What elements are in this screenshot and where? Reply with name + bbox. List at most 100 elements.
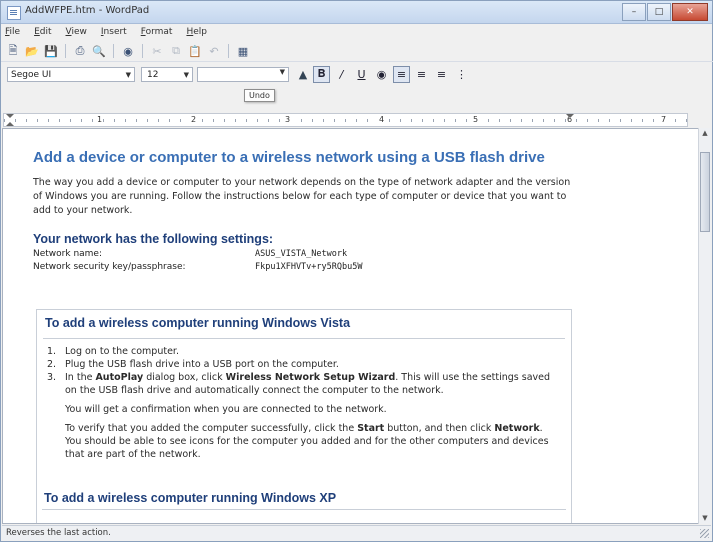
caption-buttons: – □ ✕ (621, 3, 708, 21)
italic-button[interactable]: / (333, 66, 350, 83)
ruler-number: 4 (378, 115, 386, 124)
menu-bar: File Edit View Insert Format Help (1, 24, 713, 40)
vista-heading: To add a wireless computer running Windo… (45, 316, 351, 330)
step-text-part: In the (65, 372, 96, 383)
step-number: 2. (47, 359, 57, 370)
section-divider (42, 509, 566, 510)
setting-row: Network security key/passphrase: Fkpu1XF… (33, 261, 573, 274)
section-divider (43, 338, 565, 339)
standard-toolbar: 🗎 📂 💾 ⎙ 🔍 ◉ ✂ ⧉ 📋 ↶ ▦ (1, 41, 713, 62)
ruler-ticks (4, 119, 687, 122)
window-title: AddWFPE.htm - WordPad (25, 5, 150, 16)
resize-grip[interactable] (700, 529, 709, 538)
verify-note: To verify that you added the computer su… (65, 422, 561, 461)
bullets-button[interactable]: ⋮ (453, 66, 470, 83)
wordpad-window: AddWFPE.htm - WordPad – □ ✕ File Edit Vi… (0, 0, 713, 542)
setting-row: Network name: ASUS_VISTA_Network (33, 248, 573, 261)
step-text: In the AutoPlay dialog box, click Wirele… (65, 371, 561, 397)
menu-edit[interactable]: Edit (34, 27, 51, 37)
right-indent-marker[interactable] (566, 114, 574, 118)
toolbar-separator (228, 44, 229, 58)
vertical-scrollbar[interactable]: ▲ ▼ (698, 128, 711, 524)
copy-icon[interactable]: ⧉ (168, 43, 184, 59)
maximize-button[interactable]: □ (647, 3, 671, 21)
start-term: Start (357, 423, 385, 434)
left-indent-marker[interactable] (6, 122, 14, 126)
chevron-down-icon[interactable]: ▼ (280, 68, 285, 76)
vista-steps: 1. Log on to the computer. 2. Plug the U… (47, 345, 561, 397)
setting-value: Fkpu1XFHVTv+ry5RQbu5W (255, 262, 363, 272)
scroll-down-icon[interactable]: ▼ (699, 513, 711, 524)
paste-icon[interactable]: 📋 (187, 43, 203, 59)
autoplay-term: AutoPlay (95, 372, 144, 383)
wordpad-app-icon[interactable] (7, 6, 21, 20)
ruler-number: 3 (284, 115, 292, 124)
font-name-value: Segoe UI (11, 69, 52, 80)
status-bar: Reverses the last action. (2, 525, 711, 540)
align-center-button[interactable]: ≡ (413, 66, 430, 83)
bold-button[interactable]: 𝐁 (313, 65, 330, 83)
setting-label: Network name: (33, 249, 102, 259)
menu-format[interactable]: Format (141, 27, 173, 37)
scroll-up-icon[interactable]: ▲ (699, 128, 711, 139)
open-icon[interactable]: 📂 (24, 43, 40, 59)
minimize-button[interactable]: – (622, 3, 646, 21)
setting-value: ASUS_VISTA_Network (255, 249, 348, 259)
menu-help[interactable]: Help (186, 27, 207, 37)
ruler[interactable]: 1 2 3 4 5 6 7 (3, 113, 688, 127)
setting-label: Network security key/passphrase: (33, 262, 186, 272)
note-text-part: button, and then click (384, 423, 495, 434)
document-title: Add a device or computer to a wireless n… (33, 149, 545, 166)
font-color-button[interactable]: ▲ (293, 67, 313, 82)
insert-object-icon[interactable]: ▦ (235, 43, 251, 59)
close-button[interactable]: ✕ (672, 3, 708, 21)
font-size-select[interactable]: 12 ▼ (141, 66, 193, 83)
chevron-down-icon[interactable]: ▼ (126, 68, 131, 83)
first-line-indent-marker[interactable] (6, 114, 14, 118)
new-icon[interactable]: 🗎 (5, 43, 21, 59)
ruler-number: 7 (660, 115, 668, 124)
undo-tooltip: Undo (244, 89, 275, 102)
document-content: Add a device or computer to a wireless n… (33, 149, 573, 274)
underline-button[interactable]: U (353, 66, 370, 83)
scroll-thumb[interactable] (700, 152, 710, 232)
menu-file[interactable]: File (5, 27, 20, 37)
intro-paragraph: The way you add a device or computer to … (33, 177, 571, 216)
title-bar[interactable]: AddWFPE.htm - WordPad – □ ✕ (1, 1, 712, 24)
wizard-term: Wireless Network Setup Wizard (225, 372, 396, 383)
print-preview-icon[interactable]: 🔍 (91, 43, 107, 59)
align-left-button[interactable]: ≡ (393, 65, 410, 83)
step-number: 1. (47, 346, 57, 357)
menu-insert[interactable]: Insert (101, 27, 127, 37)
font-name-select[interactable]: Segoe UI ▼ (7, 66, 135, 83)
undo-icon[interactable]: ↶ (206, 43, 222, 59)
step-text: Log on to the computer. (65, 346, 179, 357)
ruler-number: 2 (190, 115, 198, 124)
network-term: Network (494, 423, 540, 434)
find-icon[interactable]: ◉ (120, 43, 136, 59)
format-bar: Segoe UI ▼ 12 ▼ ▼ ▲ 𝐁 / U ◉ ≡ ≡ ≡ ⋮ (1, 63, 713, 85)
confirmation-note: You will get a confirmation when you are… (65, 404, 387, 415)
step-number: 3. (47, 372, 57, 383)
color-icon[interactable]: ◉ (373, 66, 390, 83)
list-item: 1. Log on to the computer. (47, 345, 561, 358)
step-text: Plug the USB flash drive into a USB port… (65, 359, 339, 370)
save-icon[interactable]: 💾 (43, 43, 59, 59)
cut-icon[interactable]: ✂ (149, 43, 165, 59)
document-area[interactable]: Add a device or computer to a wireless n… (2, 128, 699, 524)
print-icon[interactable]: ⎙ (72, 43, 88, 59)
menu-view[interactable]: View (66, 27, 87, 37)
toolbar-separator (142, 44, 143, 58)
note-text-part: To verify that you added the computer su… (65, 423, 358, 434)
toolbar-separator (65, 44, 66, 58)
xp-heading: To add a wireless computer running Windo… (44, 491, 337, 505)
list-item: 2. Plug the USB flash drive into a USB p… (47, 358, 561, 371)
font-size-value: 12 (147, 69, 159, 80)
settings-heading: Your network has the following settings: (33, 232, 274, 246)
chevron-down-icon[interactable]: ▼ (184, 68, 189, 83)
toolbar-separator (113, 44, 114, 58)
align-right-button[interactable]: ≡ (433, 66, 450, 83)
script-select[interactable]: ▼ (197, 66, 289, 82)
status-text: Reverses the last action. (6, 528, 111, 538)
step-text-part: dialog box, click (143, 372, 226, 383)
